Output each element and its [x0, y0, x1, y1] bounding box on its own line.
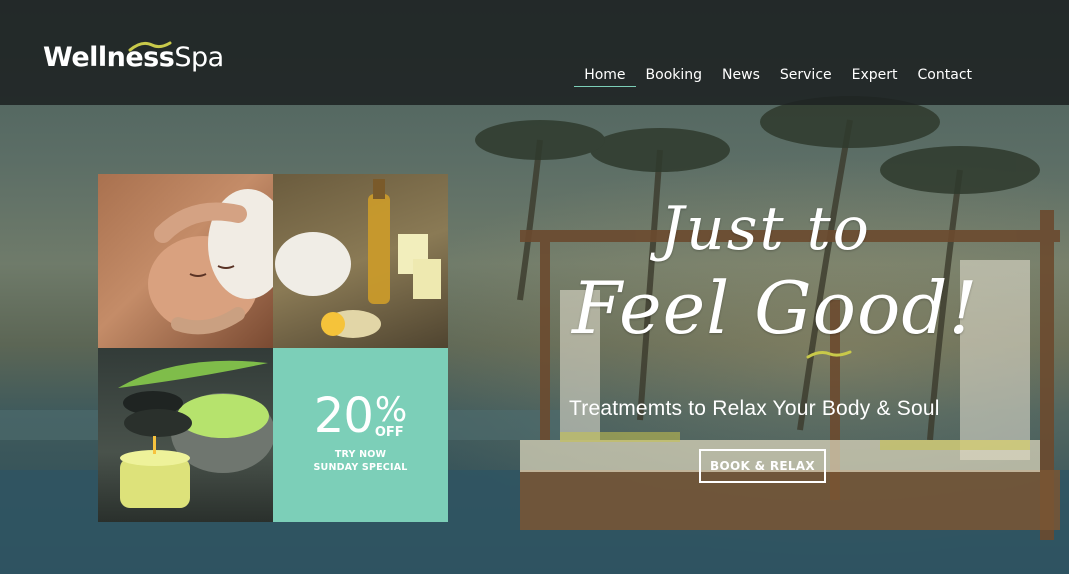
- offer-sunday-special: SUNDAY SPECIAL: [313, 462, 408, 473]
- book-relax-button[interactable]: BOOK & RELAX: [699, 449, 826, 483]
- hero-script-line-1: Just to: [660, 194, 871, 264]
- face-massage-photo[interactable]: [98, 174, 273, 348]
- logo-swoosh-icon: [128, 41, 172, 52]
- nav-service[interactable]: Service: [770, 66, 842, 86]
- offer-suffix: % OFF: [374, 390, 408, 440]
- nav-news[interactable]: News: [712, 66, 770, 86]
- spa-oil-candles-illustration: [275, 179, 441, 338]
- spa-oil-candles-photo[interactable]: [273, 174, 448, 348]
- main-nav: Home Booking News Service Expert Contact: [574, 66, 982, 87]
- site-header: WellnessSpa Home Booking News Service Ex…: [0, 0, 1069, 105]
- nav-expert[interactable]: Expert: [842, 66, 908, 86]
- promo-tiles: 20 % OFF TRY NOW SUNDAY SPECIAL: [98, 174, 448, 522]
- hero-script-line-2: Feel Good!: [572, 266, 979, 350]
- nav-booking[interactable]: Booking: [636, 66, 713, 86]
- discount-offer-tile[interactable]: 20 % OFF TRY NOW SUNDAY SPECIAL: [273, 348, 448, 522]
- bath-salt-stones-illustration: [118, 360, 273, 508]
- nav-home[interactable]: Home: [574, 66, 636, 87]
- nav-contact[interactable]: Contact: [908, 66, 982, 86]
- offer-amount: 20 % OFF: [314, 392, 407, 440]
- hero-tagline: Treatmemts to Relax Your Body & Soul: [569, 397, 940, 420]
- face-massage-illustration: [148, 189, 273, 335]
- bath-salt-stones-photo[interactable]: [98, 348, 273, 522]
- offer-off-label: OFF: [374, 424, 404, 440]
- offer-try-now: TRY NOW: [334, 449, 387, 460]
- offer-number: 20: [313, 388, 374, 444]
- offer-percent-sign: %: [374, 390, 408, 431]
- logo-light-text: Spa: [174, 42, 224, 73]
- hero-swoosh-icon: [806, 350, 852, 359]
